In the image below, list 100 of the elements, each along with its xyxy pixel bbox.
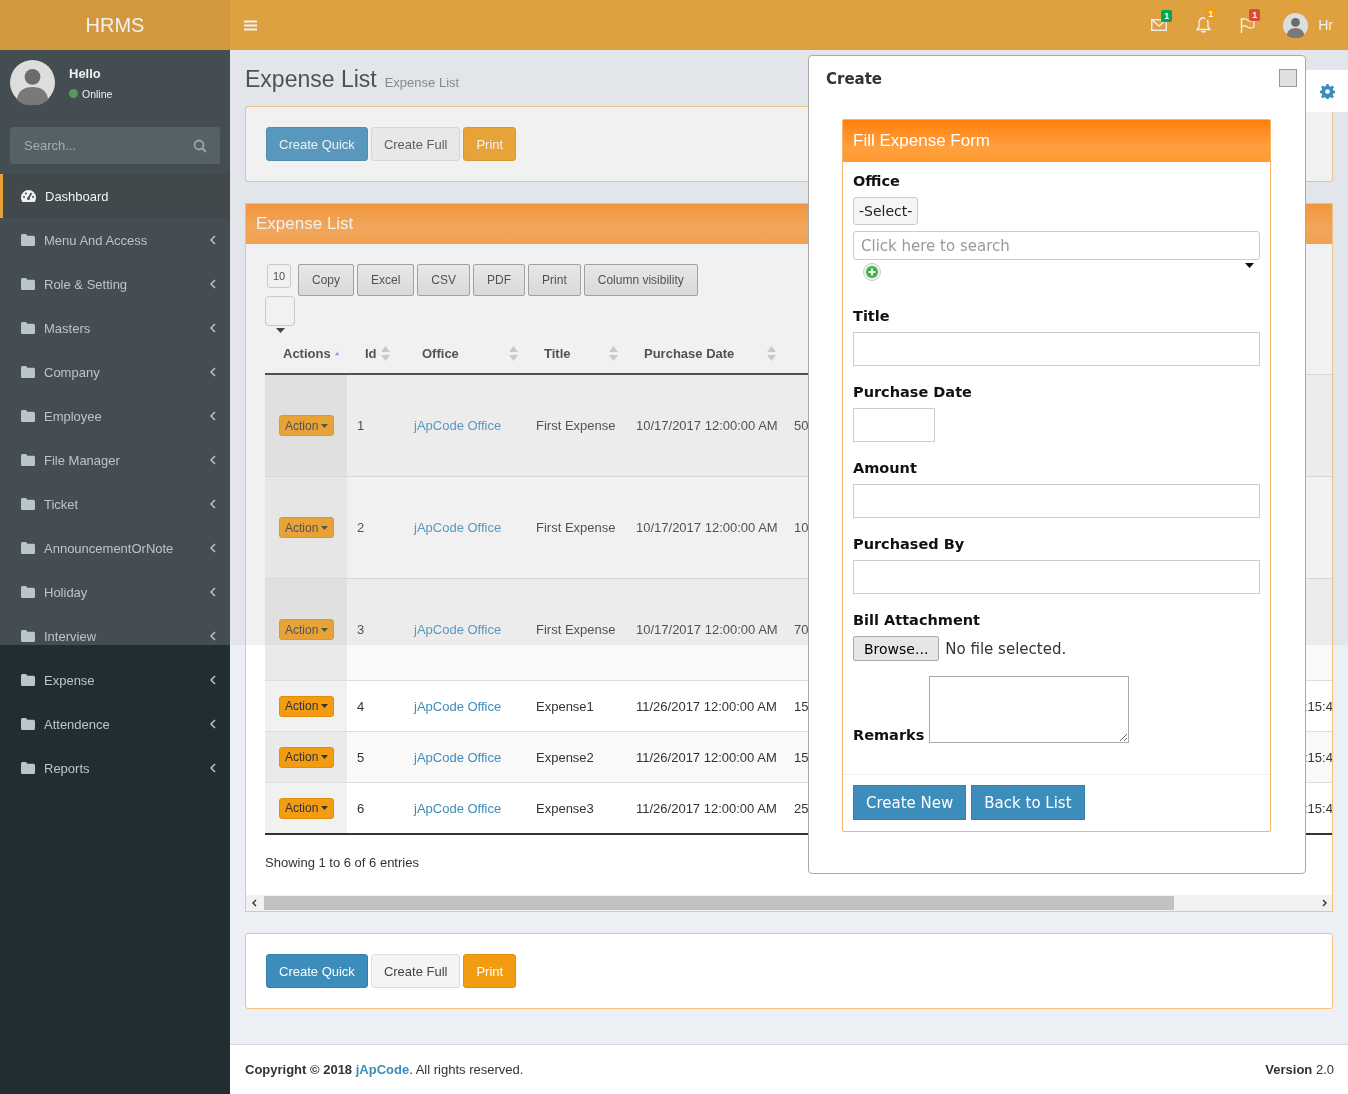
office-link[interactable]: jApCode Office xyxy=(414,520,502,535)
caret-icon[interactable] xyxy=(321,704,329,708)
sidebar-item[interactable]: Menu And Access xyxy=(0,218,230,262)
sidebar-item[interactable]: Attendence xyxy=(0,702,230,746)
action-button[interactable]: Action xyxy=(279,746,335,768)
browse-button[interactable]: Browse... xyxy=(853,636,940,661)
sort-icon[interactable] xyxy=(509,345,518,361)
column-header[interactable]: Actions xyxy=(283,345,331,361)
table-cell: 15 xyxy=(794,749,809,765)
input-field[interactable] xyxy=(853,484,1260,518)
create-new-button[interactable]: Create New xyxy=(853,785,967,820)
create-button[interactable]: Create Quick xyxy=(266,127,368,161)
column-header[interactable]: Title xyxy=(544,345,571,361)
sidebar-item[interactable]: Masters xyxy=(0,306,230,350)
bell-icon[interactable] xyxy=(1195,17,1211,33)
caret-icon[interactable] xyxy=(321,755,329,759)
sidebar-item[interactable]: Ticket xyxy=(0,482,230,526)
sidebar-item[interactable]: Expense xyxy=(0,658,230,702)
close-button[interactable] xyxy=(1279,69,1297,87)
user-avatar xyxy=(1283,12,1309,38)
folder-icon xyxy=(21,366,35,378)
export-button[interactable]: Excel xyxy=(357,264,415,296)
export-button[interactable]: CSV xyxy=(417,264,471,296)
menu-icon[interactable] xyxy=(244,19,257,31)
dashboard-icon xyxy=(21,190,36,202)
folder-icon xyxy=(21,234,35,246)
export-button[interactable]: Copy xyxy=(298,264,354,296)
create-button[interactable]: Create Full xyxy=(370,954,461,988)
export-button[interactable]: Print xyxy=(528,264,581,296)
search-field[interactable]: Search... xyxy=(10,127,220,164)
action-button[interactable]: Action xyxy=(279,619,335,640)
office-link[interactable]: jApCode Office xyxy=(414,418,502,433)
horizontal-scrollbar[interactable] xyxy=(246,895,1332,911)
action-button[interactable]: Action xyxy=(279,415,335,436)
office-select[interactable]: -Select- xyxy=(853,197,919,225)
page-length-select[interactable]: 10 xyxy=(267,264,291,288)
field-label: Bill Attachment xyxy=(853,612,981,628)
sort-icon[interactable] xyxy=(609,345,618,361)
scroll-left-icon[interactable] xyxy=(251,899,257,907)
table-cell: 50 xyxy=(794,418,809,433)
sidebar-item[interactable]: File Manager xyxy=(0,438,230,482)
folder-icon xyxy=(21,762,35,774)
caret-icon[interactable] xyxy=(275,328,285,333)
column-header[interactable]: Purchase Date xyxy=(644,345,735,361)
caret-icon[interactable] xyxy=(1245,263,1254,268)
export-button[interactable]: PDF xyxy=(473,264,526,296)
create-button[interactable]: Create Quick xyxy=(266,954,368,988)
remarks-field[interactable] xyxy=(929,676,1130,743)
count-badge: 1 xyxy=(1161,10,1173,22)
office-link[interactable]: jApCode Office xyxy=(414,698,502,714)
search-field[interactable]: Click here to search xyxy=(853,231,1260,260)
office-link[interactable]: jApCode Office xyxy=(414,800,502,816)
sort-icon[interactable] xyxy=(767,345,776,361)
field-label: Remarks xyxy=(853,727,925,743)
table-cell: 3 xyxy=(357,622,365,637)
sidebar-item[interactable]: AnnouncementOrNote xyxy=(0,526,230,570)
greeting: Hello xyxy=(69,65,102,81)
sidebar-item[interactable]: Holiday xyxy=(0,570,230,614)
input-field[interactable] xyxy=(853,560,1260,594)
action-button[interactable]: Action xyxy=(279,695,335,717)
table-cell: 10/17/2017 12:00:00 AM xyxy=(636,418,778,433)
action-button[interactable]: Action xyxy=(279,797,335,819)
add-icon[interactable] xyxy=(863,263,881,281)
sidebar-item[interactable]: Dashboard xyxy=(0,174,230,218)
input-field[interactable] xyxy=(853,332,1260,366)
create-button[interactable]: Create Full xyxy=(370,127,461,161)
folder-icon xyxy=(21,410,35,422)
action-button[interactable]: Action xyxy=(279,517,335,538)
sidebar-item[interactable]: Reports xyxy=(0,746,230,790)
table-cell: 1 xyxy=(357,418,365,433)
sidebar-item[interactable]: Interview xyxy=(0,614,230,658)
office-link[interactable]: jApCode Office xyxy=(414,622,502,637)
table-cell: 5 xyxy=(357,749,365,765)
table-cell: First Expense xyxy=(536,418,616,433)
user-avatar xyxy=(10,60,55,105)
column-header[interactable]: Id xyxy=(365,345,377,361)
settings-icon[interactable] xyxy=(1319,83,1335,99)
table-cell: 10/17/2017 12:00:00 AM xyxy=(636,520,778,535)
back-button[interactable]: Back to List xyxy=(971,785,1085,820)
table-cell: 6 xyxy=(357,800,365,816)
flag-icon[interactable] xyxy=(1239,17,1255,33)
caret-icon[interactable] xyxy=(321,806,329,810)
sort-ascending-icon[interactable] xyxy=(334,349,339,357)
sort-icon[interactable] xyxy=(380,345,390,361)
export-button[interactable]: Column visibility xyxy=(583,264,698,296)
table-cell: :15:4 xyxy=(1304,749,1332,765)
sidebar-item[interactable]: Employee xyxy=(0,394,230,438)
folder-icon xyxy=(21,586,35,598)
sidebar-item[interactable]: Role & Setting xyxy=(0,262,230,306)
scroll-right-icon[interactable] xyxy=(1321,899,1327,907)
table-cell: 11/26/2017 12:00:00 AM xyxy=(636,698,777,714)
search-icon[interactable] xyxy=(193,139,207,153)
sidebar-item[interactable]: Company xyxy=(0,350,230,394)
count-badge: 1 xyxy=(1249,8,1261,21)
table-cell: First Expense xyxy=(536,520,616,535)
date-field[interactable] xyxy=(853,408,935,442)
folder-icon xyxy=(21,674,35,686)
column-header[interactable]: Office xyxy=(422,345,459,361)
dropdown-field[interactable] xyxy=(265,296,295,326)
envelope-icon[interactable] xyxy=(1151,19,1168,31)
